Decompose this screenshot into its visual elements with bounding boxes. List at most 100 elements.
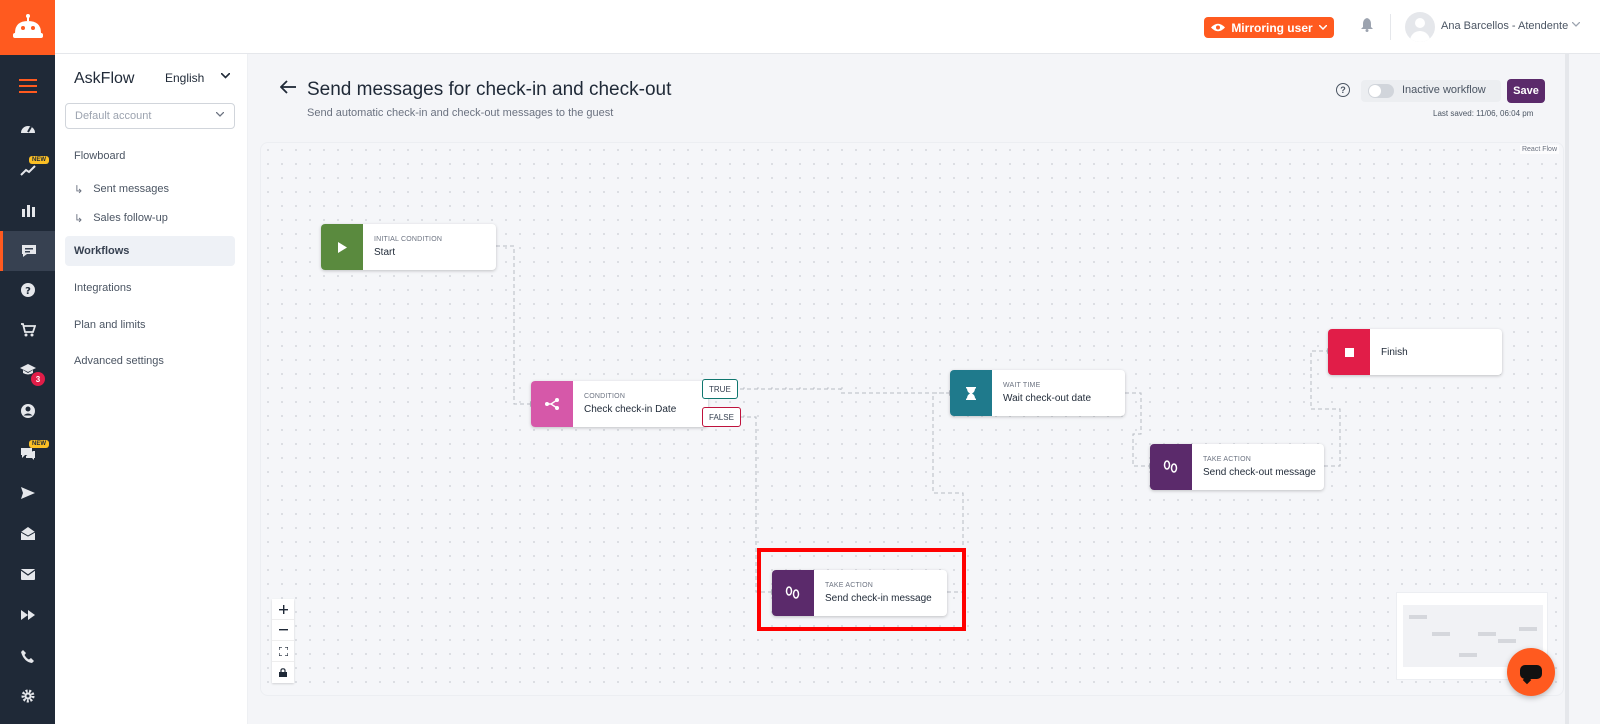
sidebar-item-label: Sales follow-up <box>93 212 168 224</box>
node-send-check-out[interactable]: TAKE ACTION Send check-out message <box>1150 444 1324 490</box>
chat-support-button[interactable] <box>1507 648 1555 696</box>
account-chevron-down-icon <box>215 109 225 120</box>
minimap-node <box>1478 632 1496 636</box>
chat-bubble-icon <box>1520 665 1542 679</box>
phone-icon[interactable] <box>0 636 55 676</box>
toggle-switch[interactable] <box>1368 84 1394 98</box>
chevron-down-icon <box>1318 25 1327 30</box>
node-label: Send check-out message <box>1203 467 1316 478</box>
mail-open-icon[interactable] <box>0 513 55 553</box>
workflow-chat-icon[interactable] <box>0 231 55 271</box>
mail-icon[interactable] <box>0 554 55 594</box>
sidebar-item-label: Sent messages <box>93 183 170 195</box>
node-wait-time[interactable]: WAIT TIME Wait check-out date <box>950 370 1125 416</box>
sidebar-item-label: Flowboard <box>74 150 126 162</box>
edge-start-to-condition <box>496 245 530 405</box>
sidebar-item-advanced-settings[interactable]: Advanced settings <box>65 346 235 376</box>
edge-true-to-wait <box>740 388 949 394</box>
sub-arrow-icon: ↳ <box>74 212 84 225</box>
settings-gear-icon[interactable] <box>0 676 55 716</box>
cart-icon[interactable] <box>0 310 55 350</box>
language-chevron-down-icon[interactable] <box>220 70 231 82</box>
eye-icon <box>1211 23 1226 32</box>
sidebar-item-label: Advanced settings <box>74 355 164 367</box>
node-type: CONDITION <box>584 393 626 400</box>
user-name[interactable]: Ana Barcellos - Atendente <box>1441 20 1568 32</box>
fast-forward-icon[interactable] <box>0 595 55 635</box>
node-label: Start <box>374 247 396 258</box>
stop-square-icon <box>1328 329 1370 375</box>
zoom-out-icon[interactable] <box>272 620 294 641</box>
account-select-value: Default account <box>75 110 152 122</box>
edge-wait-to-checkout <box>1125 392 1149 467</box>
brand-title: AskFlow <box>74 70 135 87</box>
toggle-label: Inactive workflow <box>1402 84 1486 96</box>
condition-false-handle[interactable]: FALSE <box>702 407 741 427</box>
last-saved-text: Last saved: 11/06, 06:04 pm <box>1433 109 1534 118</box>
node-condition[interactable]: CONDITION Check check-in Date <box>531 381 708 427</box>
bar-chart-icon[interactable] <box>0 190 55 230</box>
sidebar-item-label: Integrations <box>74 282 132 294</box>
sidebar-item-plan-and-limits[interactable]: Plan and limits <box>65 310 235 340</box>
minimap-node <box>1519 627 1537 631</box>
language-selector[interactable]: English <box>165 71 204 85</box>
menu-icon[interactable] <box>0 66 55 106</box>
page-title: Send messages for check-in and check-out <box>307 79 672 100</box>
chat-icon[interactable]: NEW <box>0 434 55 474</box>
sidebar-item-integrations[interactable]: Integrations <box>65 273 235 303</box>
help-circle-icon[interactable]: ? <box>0 270 55 310</box>
bell-icon[interactable] <box>1361 18 1373 35</box>
node-label: Check check-in Date <box>584 404 677 415</box>
sidebar-item-sales-follow-up[interactable]: ↳ Sales follow-up <box>65 203 235 233</box>
sidebar-item-workflows[interactable]: Workflows <box>65 236 235 266</box>
sub-arrow-icon: ↳ <box>74 183 84 196</box>
branch-icon <box>531 381 573 427</box>
node-label: Finish <box>1381 346 1408 358</box>
footprints-icon <box>1150 444 1192 490</box>
mirroring-user-label: Mirroring user <box>1231 20 1313 35</box>
node-finish[interactable]: Finish <box>1328 329 1502 375</box>
play-icon <box>321 224 363 270</box>
mirroring-user-button[interactable]: Mirroring user <box>1204 17 1334 38</box>
sidebar-item-flowboard[interactable]: Flowboard <box>65 141 235 171</box>
sidebar-item-sent-messages[interactable]: ↳ Sent messages <box>65 174 235 204</box>
flow-controls <box>272 599 294 683</box>
user-chevron-down-icon[interactable] <box>1571 19 1581 30</box>
minimap-node <box>1459 653 1477 657</box>
notification-count-badge: 3 <box>31 372 45 386</box>
lock-icon[interactable] <box>272 662 294 683</box>
new-badge: NEW <box>29 156 49 164</box>
workflow-active-toggle[interactable]: Inactive workflow <box>1361 80 1501 102</box>
hourglass-icon <box>950 370 992 416</box>
user-circle-icon[interactable] <box>0 391 55 431</box>
fit-view-icon[interactable] <box>272 641 294 662</box>
minimap-node <box>1432 632 1450 636</box>
top-bar: Mirroring user Ana Barcellos - Atendente <box>55 0 1600 54</box>
page-subtitle: Send automatic check-in and check-out me… <box>307 107 614 119</box>
user-avatar[interactable] <box>1405 12 1435 42</box>
page-scrollbar[interactable] <box>1565 54 1569 724</box>
trend-icon[interactable]: NEW <box>0 150 55 190</box>
sidebar-item-label: Workflows <box>74 245 130 257</box>
sidebar: AskFlow English Default account Flowboar… <box>55 54 248 724</box>
node-label: Wait check-out date <box>1003 393 1092 404</box>
back-arrow-icon[interactable] <box>279 78 296 99</box>
zoom-in-icon[interactable] <box>272 599 294 620</box>
node-start[interactable]: INITIAL CONDITION Start <box>321 224 496 270</box>
dashboard-icon[interactable] <box>0 108 55 148</box>
sidebar-item-label: Plan and limits <box>74 319 146 331</box>
node-type: WAIT TIME <box>1003 382 1041 389</box>
send-icon[interactable] <box>0 473 55 513</box>
account-select[interactable]: Default account <box>65 103 235 129</box>
graduation-cap-icon[interactable]: 3 <box>0 350 55 390</box>
condition-true-handle[interactable]: TRUE <box>702 379 738 399</box>
help-icon[interactable]: ? <box>1336 83 1350 97</box>
nav-rail: NEW ? 3 NEW <box>0 0 55 724</box>
highlight-box <box>757 548 966 631</box>
minimap-node <box>1409 615 1427 619</box>
topbar-divider <box>1390 14 1391 40</box>
save-button[interactable]: Save <box>1507 79 1545 103</box>
minimap-node <box>1498 639 1516 643</box>
app-logo[interactable] <box>0 0 55 55</box>
svg-text:?: ? <box>25 286 31 297</box>
